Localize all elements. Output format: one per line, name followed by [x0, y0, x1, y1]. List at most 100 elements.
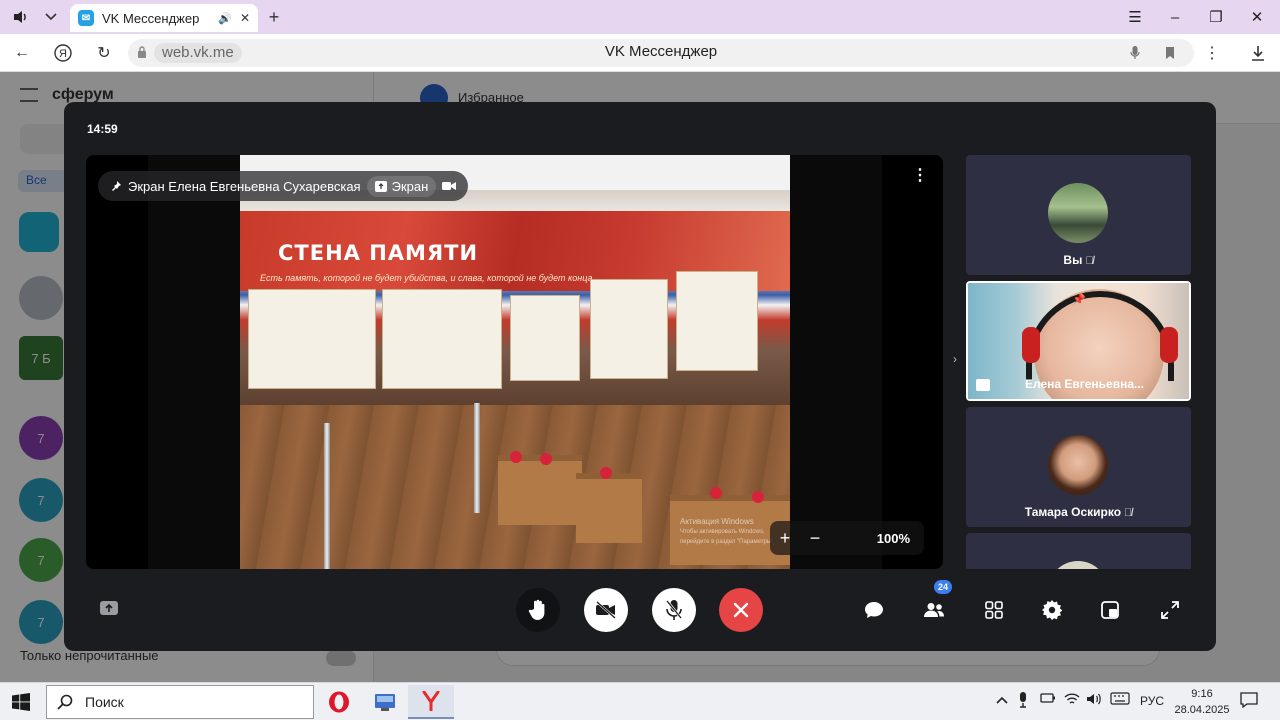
browser-menu-icon[interactable]: ☰: [1122, 6, 1148, 28]
call-duration: 14:59: [87, 122, 118, 136]
gear-icon: [1042, 600, 1062, 620]
participants-count-badge: 24: [934, 580, 953, 594]
new-tab-button[interactable]: +: [262, 6, 286, 28]
notifications-icon[interactable]: [1240, 692, 1258, 711]
screen-chip[interactable]: Экран: [366, 175, 437, 197]
memorial-card: [510, 295, 580, 381]
yandex-browser-app-icon[interactable]: [408, 685, 454, 719]
reload-button[interactable]: ↻: [92, 42, 116, 64]
zoom-controls: + − 100%: [770, 521, 924, 555]
minimize-button[interactable]: –: [1162, 6, 1188, 28]
participants-panel: Вы 🎙̸ 📌 Елена Евгеньевна... Тамара Оскирк…: [966, 155, 1191, 569]
windows-start-icon[interactable]: [12, 693, 30, 711]
pinned-stream-label[interactable]: Экран Елена Евгеньевна Сухаревская Экран: [98, 171, 469, 201]
participants-button[interactable]: [920, 596, 948, 624]
restore-button[interactable]: ❐: [1203, 6, 1229, 28]
memorial-card: [382, 289, 502, 389]
call-toolbar: 24: [64, 580, 1216, 634]
stanchion-post: [324, 423, 330, 569]
camera-toggle-button[interactable]: [584, 588, 628, 632]
banner-subtitle: Есть память, которой не будет убийства, …: [260, 273, 600, 283]
table: [498, 455, 582, 525]
opera-app-icon[interactable]: [316, 685, 362, 719]
back-button[interactable]: ←: [10, 42, 34, 64]
main-video-stage[interactable]: СТЕНА ПАМЯТИ Есть память, которой не буд…: [86, 155, 943, 569]
page-title: VK Мессенджер: [604, 43, 718, 60]
headphone-earcup: [1022, 327, 1040, 363]
clock-time: 9:16: [1191, 688, 1213, 700]
lock-icon: [138, 46, 146, 58]
flower: [752, 491, 764, 503]
picture-in-picture-button[interactable]: [1096, 596, 1124, 624]
participant-tile[interactable]: [966, 533, 1191, 569]
download-icon[interactable]: [1246, 42, 1270, 64]
url-field[interactable]: web.vk.me VK Мессенджер: [128, 39, 1194, 67]
participant-name: Елена Евгеньевна...: [1024, 377, 1145, 391]
flower: [510, 451, 522, 463]
tray-volume-icon[interactable]: [1086, 692, 1102, 709]
settings-button[interactable]: [1038, 596, 1066, 624]
avatar: [1048, 561, 1108, 569]
stanchion-post: [474, 403, 480, 513]
tray-wifi-icon[interactable]: [1064, 692, 1080, 709]
browser-titlebar: ✉ VK Мессенджер 🔊 ✕ + ☰ – ❐ ✕: [0, 0, 1280, 34]
grid-icon: [985, 601, 1003, 619]
tray-microphone-icon[interactable]: [1018, 692, 1028, 711]
flower: [600, 467, 612, 479]
table: [576, 473, 642, 543]
input-language[interactable]: РУС: [1140, 694, 1164, 708]
microphone-toggle-button[interactable]: [652, 588, 696, 632]
participant-tile-active[interactable]: 📌 Елена Евгеньевна...: [966, 281, 1191, 401]
browser-tab-vk[interactable]: ✉ VK Мессенджер 🔊 ✕: [70, 4, 258, 32]
search-placeholder: Поиск: [85, 694, 124, 710]
speaker-icon[interactable]: [8, 5, 34, 29]
raise-hand-button[interactable]: [516, 588, 560, 632]
stage-more-icon[interactable]: ⋮: [912, 167, 928, 185]
tab-title: VK Мессенджер: [102, 10, 200, 26]
zoom-level: 100%: [876, 530, 910, 546]
tray-keyboard-icon[interactable]: [1110, 692, 1130, 708]
tray-battery-icon[interactable]: [1040, 692, 1056, 707]
chevron-right-icon[interactable]: ›: [948, 352, 962, 366]
yandex-icon[interactable]: Я: [51, 42, 75, 64]
participant-tile[interactable]: Тамара Оскирко 🎙̸: [966, 407, 1191, 527]
participant-tile[interactable]: Вы 🎙̸: [966, 155, 1191, 275]
avatar: [1048, 435, 1108, 495]
taskbar-search-input[interactable]: Поиск: [46, 685, 314, 719]
memorial-card: [248, 289, 376, 389]
tab-close-icon[interactable]: ✕: [240, 11, 250, 25]
hand-icon: [528, 599, 545, 620]
expand-icon: [1161, 601, 1179, 619]
chat-button[interactable]: [860, 596, 888, 624]
screen-share-icon: [374, 180, 387, 192]
banner-title: СТЕНА ПАМЯТИ: [278, 241, 479, 265]
flower: [540, 453, 552, 465]
zoom-out-button[interactable]: −: [800, 528, 830, 549]
camera-icon: [442, 182, 457, 190]
screen-chip-label: Экран: [391, 178, 429, 194]
share-screen-button[interactable]: [99, 600, 119, 618]
end-call-button[interactable]: [719, 588, 763, 632]
address-bar: ← Я ↻ web.vk.me VK Мессенджер ⋮: [0, 34, 1280, 72]
tray-overflow-icon[interactable]: [996, 692, 1008, 707]
chat-bubble-icon: [865, 602, 883, 618]
fullscreen-button[interactable]: [1156, 596, 1184, 624]
pinned-stream-name: Экран Елена Евгеньевна Сухаревская: [128, 178, 361, 194]
mic-off-icon: 🎙̸: [1085, 255, 1094, 267]
bookmark-icon[interactable]: [1161, 44, 1179, 62]
camera-off-icon: [596, 601, 616, 619]
vk-favicon-icon: ✉: [78, 10, 94, 26]
tab-audio-icon[interactable]: 🔊: [218, 12, 232, 25]
microphone-icon[interactable]: [1126, 44, 1144, 62]
more-vertical-icon[interactable]: ⋮: [1200, 42, 1224, 64]
close-window-button[interactable]: ✕: [1244, 6, 1270, 28]
pin-icon[interactable]: 📌: [1072, 293, 1086, 306]
memorial-card: [676, 271, 758, 371]
zoom-in-button[interactable]: +: [770, 528, 800, 549]
file-explorer-app-icon[interactable]: [362, 685, 408, 719]
system-clock[interactable]: 9:16 28.04.2025: [1172, 686, 1232, 718]
layout-grid-button[interactable]: [980, 596, 1008, 624]
tabs-dropdown-icon[interactable]: [38, 5, 64, 29]
pin-icon: [112, 181, 121, 191]
url-domain: web.vk.me: [154, 43, 242, 63]
